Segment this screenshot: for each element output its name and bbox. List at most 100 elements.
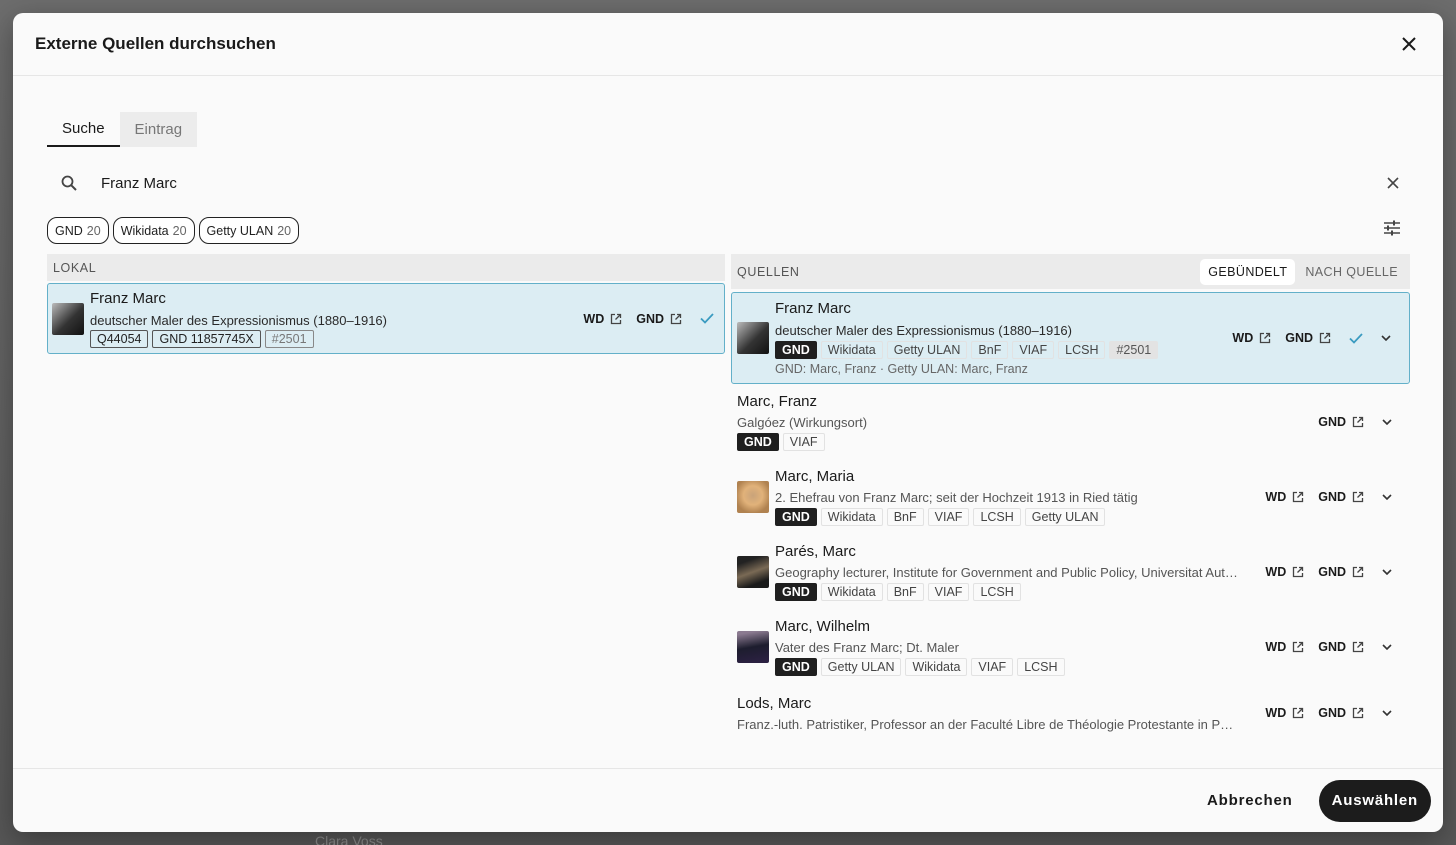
select-button[interactable]: Auswählen — [1318, 779, 1431, 822]
source-item[interactable]: Franz Marc deutscher Maler des Expressio… — [731, 292, 1410, 384]
link-label: GND — [1318, 489, 1346, 504]
tag: BnF — [886, 507, 924, 526]
source-item-body: Marc, Wilhelm Vater des Franz Marc; Dt. … — [775, 618, 1265, 676]
chevron-down-icon — [1382, 710, 1392, 716]
close-button[interactable] — [1397, 32, 1421, 56]
clear-search-button[interactable] — [1377, 177, 1409, 189]
tag-local-id: #2501 — [1109, 341, 1159, 359]
wd-link[interactable]: WD — [1265, 490, 1304, 504]
filter-settings-button[interactable] — [1383, 220, 1401, 241]
external-link-icon — [1352, 641, 1364, 652]
gnd-link[interactable]: GND — [1318, 565, 1364, 579]
wd-link[interactable]: WD — [1265, 565, 1304, 579]
tab-eintrag[interactable]: Eintrag — [119, 112, 198, 147]
source-item-subtitle: Vater des Franz Marc; Dt. Maler — [775, 639, 959, 655]
link-label: WD — [1265, 639, 1287, 654]
gnd-link[interactable]: GND — [1318, 490, 1364, 504]
external-link-icon — [1352, 566, 1364, 577]
expand-button[interactable] — [1374, 568, 1400, 575]
chip-count: 20 — [277, 223, 292, 238]
gnd-link[interactable]: GND — [1285, 331, 1331, 345]
mode-by-source[interactable]: NACH QUELLE — [1297, 259, 1406, 285]
external-link-icon — [1293, 491, 1304, 502]
gnd-link[interactable]: GND — [1318, 706, 1364, 720]
tab-suche[interactable]: Suche — [47, 112, 120, 147]
local-panel: LOKAL Franz Marc deutscher Maler des Exp… — [47, 254, 725, 354]
local-item[interactable]: Franz Marc deutscher Maler des Expressio… — [47, 283, 725, 354]
tag: Wikidata — [905, 657, 968, 676]
mode-bundled[interactable]: GEBÜNDELT — [1200, 258, 1296, 285]
source-item[interactable]: Marc, Franz Galgóez (Wirkungsort) GND VI… — [731, 384, 1410, 459]
local-item-body: Franz Marc deutscher Maler des Expressio… — [90, 290, 583, 348]
source-item-subtitle: deutscher Maler des Expressionismus (188… — [775, 323, 1072, 338]
gnd-link[interactable]: GND — [1318, 640, 1364, 654]
source-item[interactable]: Marc, Wilhelm Vater des Franz Marc; Dt. … — [731, 609, 1410, 684]
source-item[interactable]: Marc, Maria 2. Ehefrau von Franz Marc; s… — [731, 459, 1410, 534]
chip-label: GND — [55, 223, 83, 238]
expand-button[interactable] — [1373, 335, 1399, 341]
expand-button[interactable] — [1374, 493, 1400, 500]
tag: BnF — [971, 341, 1009, 359]
source-item-subtitle: Geography lecturer, Institute for Govern… — [775, 564, 1245, 580]
link-label: GND — [636, 311, 664, 326]
chip-getty-ulan[interactable]: Getty ULAN 20 — [198, 217, 300, 244]
source-item-body: Lods, Marc Franz.-luth. Patristiker, Pro… — [737, 695, 1265, 732]
link-label: WD — [1265, 706, 1287, 720]
tag: VIAF — [971, 657, 1014, 676]
tag: LCSH — [973, 582, 1021, 601]
chevron-down-icon — [1382, 568, 1392, 575]
gnd-link[interactable]: GND — [636, 312, 682, 326]
dialog-header: Externe Quellen durchsuchen — [13, 13, 1443, 76]
source-item[interactable]: Lods, Marc Franz.-luth. Patristiker, Pro… — [731, 684, 1410, 742]
link-label: WD — [583, 311, 605, 326]
external-link-icon — [670, 313, 682, 324]
local-item-title: Franz Marc — [90, 289, 166, 307]
source-item[interactable]: Parés, Marc Geography lecturer, Institut… — [731, 534, 1410, 609]
external-link-icon — [1293, 566, 1304, 577]
tag: VIAF — [1012, 341, 1055, 359]
chip-wikidata[interactable]: Wikidata 20 — [112, 217, 195, 244]
tag: Getty ULAN — [1024, 507, 1106, 526]
tag: LCSH — [1058, 341, 1106, 359]
tag: VIAF — [927, 507, 970, 526]
chevron-down-icon — [1382, 643, 1392, 650]
source-item-links: WD GND — [1265, 640, 1364, 654]
chip-gnd[interactable]: GND 20 — [47, 217, 109, 244]
wd-link[interactable]: WD — [583, 312, 622, 326]
source-item-links: WD GND — [1265, 706, 1364, 720]
wd-link[interactable]: WD — [1232, 331, 1271, 345]
wd-link[interactable]: WD — [1265, 706, 1304, 720]
source-item-title: Parés, Marc — [775, 542, 856, 560]
expand-button[interactable] — [1374, 418, 1400, 425]
source-item-title: Marc, Franz — [737, 392, 818, 410]
tag: Wikidata — [820, 582, 883, 601]
tag: LCSH — [973, 507, 1021, 526]
search-icon — [47, 175, 91, 191]
search-input[interactable] — [91, 174, 1377, 192]
dialog-footer: Abbrechen Auswählen — [13, 768, 1443, 832]
wd-link[interactable]: WD — [1265, 640, 1304, 654]
expand-button[interactable] — [1374, 710, 1400, 716]
tag-gnd: GND — [775, 657, 817, 676]
expand-button[interactable] — [1374, 643, 1400, 650]
gnd-link[interactable]: GND — [1318, 415, 1364, 429]
tag-gnd: GND — [775, 582, 817, 601]
source-item-subtitle: 2. Ehefrau von Franz Marc; seit der Hoch… — [775, 489, 1138, 505]
local-header: LOKAL — [47, 254, 725, 281]
tag: Getty ULAN — [820, 657, 902, 676]
avatar — [737, 322, 769, 354]
local-item-tags: Q44054 GND 11857745X #2501 — [90, 329, 583, 348]
chip-count: 20 — [86, 223, 101, 238]
avatar — [737, 480, 769, 513]
cancel-button[interactable]: Abbrechen — [1195, 782, 1305, 819]
tag: Wikidata — [820, 507, 883, 526]
close-icon — [1402, 37, 1416, 51]
source-chips: GND 20 Wikidata 20 Getty ULAN 20 — [47, 217, 300, 244]
external-sources-dialog: Externe Quellen durchsuchen Suche Eintra… — [13, 13, 1443, 832]
tag: Getty ULAN — [886, 341, 968, 359]
source-item-tags: GND Wikidata Getty ULAN BnF VIAF LCSH #2… — [775, 341, 1232, 359]
avatar — [52, 302, 84, 335]
grouping-toggle: GEBÜNDELT NACH QUELLE — [1200, 258, 1406, 285]
source-item-body: Franz Marc deutscher Maler des Expressio… — [775, 300, 1232, 376]
sources-panel: QUELLEN GEBÜNDELT NACH QUELLE Franz Marc… — [731, 254, 1410, 742]
